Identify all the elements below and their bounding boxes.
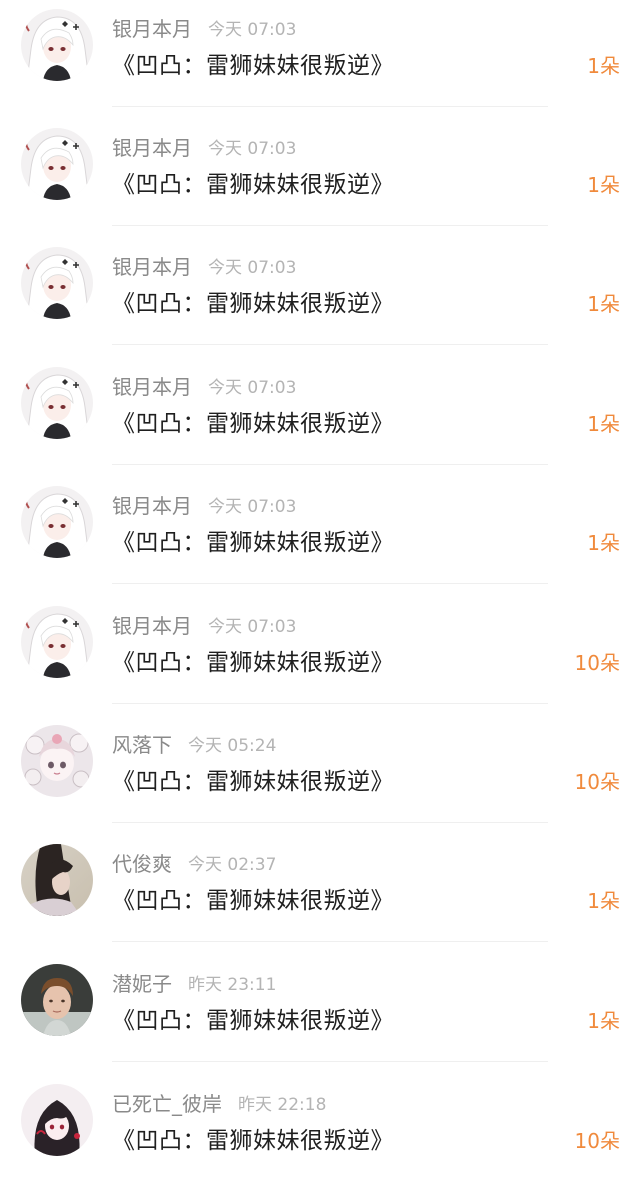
user-meta: 银月本月 今天 07:03 <box>112 251 296 279</box>
gift-record-row[interactable]: 风落下 今天 05:24 《凹凸：雷狮妹妹很叛逆》 10朵 <box>0 716 640 836</box>
gift-record-row[interactable]: 银月本月 今天 07:03 《凹凸：雷狮妹妹很叛逆》 1朵 <box>0 238 640 358</box>
user-meta: 银月本月 今天 07:03 <box>112 13 296 41</box>
book-title[interactable]: 《凹凸：雷狮妹妹很叛逆》 <box>112 1121 394 1155</box>
username[interactable]: 银月本月 <box>112 614 192 638</box>
book-title[interactable]: 《凹凸：雷狮妹妹很叛逆》 <box>112 46 394 80</box>
photo-boy-avatar[interactable] <box>21 964 93 1036</box>
anime-dark-hair-avatar[interactable] <box>21 1084 93 1156</box>
user-meta: 银月本月 今天 07:03 <box>112 132 296 160</box>
timestamp: 今天 07:03 <box>208 617 297 637</box>
flower-count: 1朵 <box>587 54 620 78</box>
book-title[interactable]: 《凹凸：雷狮妹妹很叛逆》 <box>112 404 394 438</box>
book-title[interactable]: 《凹凸：雷狮妹妹很叛逆》 <box>112 643 394 677</box>
timestamp: 今天 07:03 <box>208 378 297 398</box>
row-divider <box>112 105 548 107</box>
timestamp: 今天 05:24 <box>188 736 277 756</box>
book-title[interactable]: 《凹凸：雷狮妹妹很叛逆》 <box>112 881 394 915</box>
username[interactable]: 银月本月 <box>112 17 192 41</box>
photo-girl-avatar[interactable] <box>21 844 93 916</box>
username[interactable]: 代俊爽 <box>112 852 172 876</box>
book-title[interactable]: 《凹凸：雷狮妹妹很叛逆》 <box>112 1001 394 1035</box>
user-meta: 已死亡_彼岸 昨天 22:18 <box>112 1088 326 1116</box>
user-meta: 银月本月 今天 07:03 <box>112 490 296 518</box>
flower-count: 10朵 <box>574 651 620 675</box>
book-title[interactable]: 《凹凸：雷狮妹妹很叛逆》 <box>112 165 394 199</box>
user-meta: 潜妮子 昨天 23:11 <box>112 968 276 996</box>
gift-record-row[interactable]: 银月本月 今天 07:03 《凹凸：雷狮妹妹很叛逆》 10朵 <box>0 597 640 717</box>
user-meta: 银月本月 今天 07:03 <box>112 371 296 399</box>
row-divider <box>112 821 548 823</box>
gift-record-row[interactable]: 银月本月 今天 07:03 《凹凸：雷狮妹妹很叛逆》 1朵 <box>0 0 640 120</box>
anime-white-hair-avatar[interactable] <box>21 367 93 439</box>
book-title[interactable]: 《凹凸：雷狮妹妹很叛逆》 <box>112 762 394 796</box>
gift-record-row[interactable]: 潜妮子 昨天 23:11 《凹凸：雷狮妹妹很叛逆》 1朵 <box>0 955 640 1075</box>
gift-record-row[interactable]: 银月本月 今天 07:03 《凹凸：雷狮妹妹很叛逆》 1朵 <box>0 477 640 597</box>
user-meta: 风落下 今天 05:24 <box>112 729 276 757</box>
flower-count: 1朵 <box>587 1009 620 1033</box>
timestamp: 今天 07:03 <box>208 258 297 278</box>
flower-count: 1朵 <box>587 531 620 555</box>
username[interactable]: 风落下 <box>112 733 172 757</box>
flower-count: 1朵 <box>587 292 620 316</box>
timestamp: 昨天 22:18 <box>238 1095 327 1115</box>
row-divider <box>112 343 548 345</box>
username[interactable]: 已死亡_彼岸 <box>112 1092 222 1116</box>
anime-white-hair-avatar[interactable] <box>21 606 93 678</box>
username[interactable]: 银月本月 <box>112 136 192 160</box>
flower-count: 10朵 <box>574 1129 620 1153</box>
row-divider <box>112 224 548 226</box>
username[interactable]: 银月本月 <box>112 494 192 518</box>
user-meta: 银月本月 今天 07:03 <box>112 610 296 638</box>
book-title[interactable]: 《凹凸：雷狮妹妹很叛逆》 <box>112 284 394 318</box>
timestamp: 今天 07:03 <box>208 139 297 159</box>
user-meta: 代俊爽 今天 02:37 <box>112 848 276 876</box>
anime-pastel-avatar[interactable] <box>21 725 93 797</box>
anime-white-hair-avatar[interactable] <box>21 486 93 558</box>
row-divider <box>112 582 548 584</box>
anime-white-hair-avatar[interactable] <box>21 9 93 81</box>
gift-record-list: 银月本月 今天 07:03 《凹凸：雷狮妹妹很叛逆》 1朵 银月本月 今天 07:0… <box>0 0 640 1165</box>
row-divider <box>112 1060 548 1062</box>
anime-white-hair-avatar[interactable] <box>21 128 93 200</box>
anime-white-hair-avatar[interactable] <box>21 247 93 319</box>
username[interactable]: 潜妮子 <box>112 972 172 996</box>
gift-record-row[interactable]: 银月本月 今天 07:03 《凹凸：雷狮妹妹很叛逆》 1朵 <box>0 119 640 239</box>
username[interactable]: 银月本月 <box>112 375 192 399</box>
timestamp: 今天 07:03 <box>208 20 297 40</box>
timestamp: 今天 07:03 <box>208 497 297 517</box>
gift-record-row[interactable]: 已死亡_彼岸 昨天 22:18 《凹凸：雷狮妹妹很叛逆》 10朵 <box>0 1075 640 1195</box>
row-divider <box>112 702 548 704</box>
timestamp: 昨天 23:11 <box>188 975 277 995</box>
timestamp: 今天 02:37 <box>188 855 277 875</box>
row-divider <box>112 463 548 465</box>
username[interactable]: 银月本月 <box>112 255 192 279</box>
book-title[interactable]: 《凹凸：雷狮妹妹很叛逆》 <box>112 523 394 557</box>
flower-count: 1朵 <box>587 173 620 197</box>
gift-record-row[interactable]: 代俊爽 今天 02:37 《凹凸：雷狮妹妹很叛逆》 1朵 <box>0 835 640 955</box>
gift-record-row[interactable]: 银月本月 今天 07:03 《凹凸：雷狮妹妹很叛逆》 1朵 <box>0 358 640 478</box>
flower-count: 1朵 <box>587 889 620 913</box>
row-divider <box>112 940 548 942</box>
flower-count: 10朵 <box>574 770 620 794</box>
flower-count: 1朵 <box>587 412 620 436</box>
